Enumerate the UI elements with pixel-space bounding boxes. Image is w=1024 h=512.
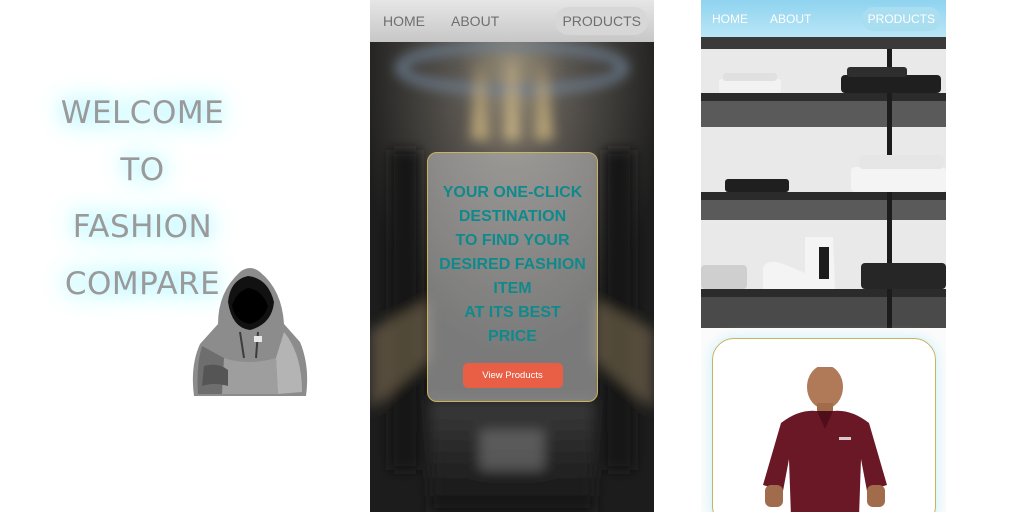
nav-products[interactable]: PRODUCTS [555, 7, 648, 35]
headline-line: AT ITS BEST [464, 304, 561, 321]
top-nav: HOME ABOUT PRODUCTS [701, 0, 946, 37]
nav-about[interactable]: ABOUT [451, 13, 499, 29]
product-card[interactable] [712, 338, 936, 512]
view-products-button[interactable]: View Products [462, 363, 563, 388]
hero-screen: HOME ABOUT PRODUCTS YOUR ONE-CLICK DESTI… [370, 0, 654, 512]
nav-home[interactable]: HOME [712, 12, 748, 26]
hero-card: YOUR ONE-CLICK DESTINATION TO FIND YOUR … [427, 152, 598, 402]
headline-line: PRICE [488, 328, 537, 345]
nav-home[interactable]: HOME [383, 13, 425, 29]
hoodie-figure-illustration [192, 268, 308, 396]
nav-about[interactable]: ABOUT [770, 12, 811, 26]
nav-products[interactable]: PRODUCTS [861, 6, 941, 31]
clothing-shelf-photo [701, 37, 946, 328]
headline-line: DESIRED FASHION [439, 256, 586, 273]
polo-shirt-model-photo [763, 367, 887, 512]
hero-headline: YOUR ONE-CLICK DESTINATION TO FIND YOUR … [428, 181, 597, 349]
headline-line: TO FIND YOUR [455, 232, 570, 249]
headline-line: YOUR ONE-CLICK [442, 184, 583, 201]
welcome-line-3: FASHION [72, 209, 213, 245]
welcome-line-2: TO [120, 152, 165, 188]
welcome-line-1: WELCOME [60, 95, 225, 131]
products-screen: HOME ABOUT PRODUCTS [701, 0, 946, 512]
headline-line: ITEM [493, 280, 532, 297]
headline-line: DESTINATION [458, 208, 567, 225]
top-nav: HOME ABOUT PRODUCTS [370, 0, 654, 42]
